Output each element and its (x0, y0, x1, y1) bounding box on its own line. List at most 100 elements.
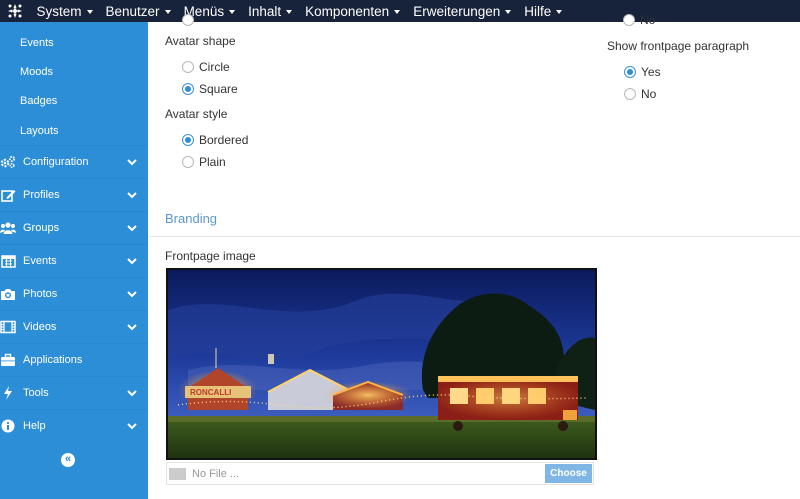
sidebar-item-tools[interactable]: Tools (0, 376, 148, 408)
frontpage-image-preview: RONCALLI (166, 268, 597, 460)
caret-down-icon (394, 9, 401, 14)
sidebar-item-label: Videos (23, 320, 57, 333)
sidebar-item-label: Tools (23, 386, 49, 399)
sidebar-item-label: Events (23, 254, 57, 267)
radio-label: No (641, 87, 657, 101)
sidebar-item-videos[interactable]: Videos (0, 310, 148, 342)
radio-partial-option-right[interactable]: No (623, 13, 655, 27)
menu-inhalt-label: Inhalt (248, 3, 282, 19)
radio-button[interactable] (623, 14, 635, 26)
sidebar-collapse-button[interactable]: « (61, 453, 75, 467)
sidebar-subitem-events[interactable]: Events (0, 28, 148, 57)
users-icon (0, 220, 16, 236)
sidebar-item-groups[interactable]: Groups (0, 211, 148, 243)
file-chooser: No File ... Choose (166, 462, 594, 485)
sidebar-item-label: Applications (23, 353, 83, 366)
radio-button[interactable] (182, 156, 194, 168)
gears-icon (0, 154, 16, 170)
radio-label: Circle (199, 60, 230, 74)
section-divider (148, 236, 800, 237)
menu-erweiterungen-label: Erweiterungen (413, 3, 501, 19)
menu-system-label: System (36, 3, 82, 19)
sidebar-item-label: Photos (23, 287, 58, 300)
radio-button-checked[interactable] (182, 134, 194, 146)
chevron-down-icon (127, 159, 137, 166)
menu-inhalt[interactable]: Inhalt (242, 0, 299, 22)
frontpage-image-label: Frontpage image (165, 249, 256, 263)
radio-button[interactable] (182, 14, 194, 26)
radio-button-checked[interactable] (624, 66, 636, 78)
menu-system[interactable]: System (30, 0, 99, 22)
sidebar-subitem-label: Badges (20, 94, 58, 107)
radio-label: Bordered (199, 133, 249, 147)
sidebar-item-label: Configuration (23, 155, 89, 168)
top-menu: System Benutzer Menüs Inhalt Komponenten… (30, 0, 569, 22)
sidebar-subitem-label: Layouts (20, 124, 59, 137)
radio-avatar-circle[interactable]: Circle (182, 60, 230, 74)
bolt-icon (0, 385, 16, 401)
main-content: No Avatar shape Circle Square Avatar sty… (148, 13, 800, 499)
frontpage-paragraph-label: Show frontpage paragraph (607, 39, 750, 53)
radio-label: Yes (641, 65, 661, 79)
sidebar-subitem-layouts[interactable]: Layouts (0, 116, 148, 145)
radio-partial-no[interactable] (182, 14, 199, 26)
caret-down-icon (229, 9, 236, 14)
sidebar: Events Moods Badges Layouts Configuratio… (0, 22, 148, 499)
radio-avatar-bordered[interactable]: Bordered (182, 133, 248, 147)
briefcase-icon (0, 352, 16, 368)
sidebar-item-profiles[interactable]: Profiles (0, 178, 148, 210)
caret-down-icon (86, 9, 93, 14)
menu-benutzer[interactable]: Benutzer (99, 0, 177, 22)
chevron-down-icon (127, 324, 137, 331)
chevron-down-icon (127, 423, 137, 430)
radio-label: Plain (199, 155, 226, 169)
sidebar-subitem-label: Moods (20, 65, 54, 78)
menu-hilfe[interactable]: Hilfe (518, 0, 569, 22)
radio-label: Square (199, 82, 238, 96)
roncalli-sign: RONCALLI (190, 388, 231, 397)
sidebar-item-configuration[interactable]: Configuration (0, 145, 148, 177)
double-chevron-left-icon: « (64, 453, 72, 465)
choose-button[interactable]: Choose (545, 464, 592, 483)
radio-button[interactable] (624, 88, 636, 100)
circus-night-photo: RONCALLI (168, 270, 595, 458)
radio-button[interactable] (182, 61, 194, 73)
radio-frontpage-yes[interactable]: Yes (624, 65, 661, 79)
sidebar-item-events[interactable]: Events (0, 244, 148, 276)
admin-menubar: System Benutzer Menüs Inhalt Komponenten… (0, 0, 800, 22)
radio-avatar-plain[interactable]: Plain (182, 155, 226, 169)
menu-komponenten[interactable]: Komponenten (299, 0, 407, 22)
sidebar-item-help[interactable]: Help (0, 409, 148, 441)
chevron-down-icon (127, 225, 137, 232)
avatar-style-label: Avatar style (165, 107, 228, 121)
joomla-logo-icon[interactable] (0, 0, 30, 22)
sidebar-subitem-moods[interactable]: Moods (0, 57, 148, 86)
sidebar-subitem-label: Events (20, 36, 54, 49)
film-icon (0, 319, 16, 335)
radio-frontpage-no[interactable]: No (624, 87, 656, 101)
sidebar-item-photos[interactable]: Photos (0, 277, 148, 309)
branding-section-title: Branding (165, 211, 218, 226)
calendar-icon (0, 253, 16, 269)
chevron-down-icon (127, 291, 137, 298)
avatar-shape-label: Avatar shape (165, 34, 236, 48)
sidebar-subitem-badges[interactable]: Badges (0, 86, 148, 115)
caret-down-icon (286, 9, 293, 14)
caret-down-icon (556, 9, 563, 14)
chevron-down-icon (127, 390, 137, 397)
menu-erweiterungen[interactable]: Erweiterungen (407, 0, 518, 22)
caret-down-icon (164, 9, 171, 14)
info-icon (0, 418, 16, 434)
caret-down-icon (505, 9, 512, 14)
file-thumbnail-icon (169, 467, 186, 480)
menu-hilfe-label: Hilfe (524, 3, 552, 19)
file-name-field[interactable]: No File ... (192, 468, 545, 480)
chevron-down-icon (127, 258, 137, 265)
radio-avatar-square[interactable]: Square (182, 82, 238, 96)
sidebar-item-applications[interactable]: Applications (0, 343, 148, 375)
camera-icon (0, 286, 16, 302)
sidebar-item-label: Groups (23, 221, 60, 234)
menu-benutzer-label: Benutzer (105, 3, 160, 19)
radio-button-checked[interactable] (182, 83, 194, 95)
chevron-down-icon (127, 192, 137, 199)
